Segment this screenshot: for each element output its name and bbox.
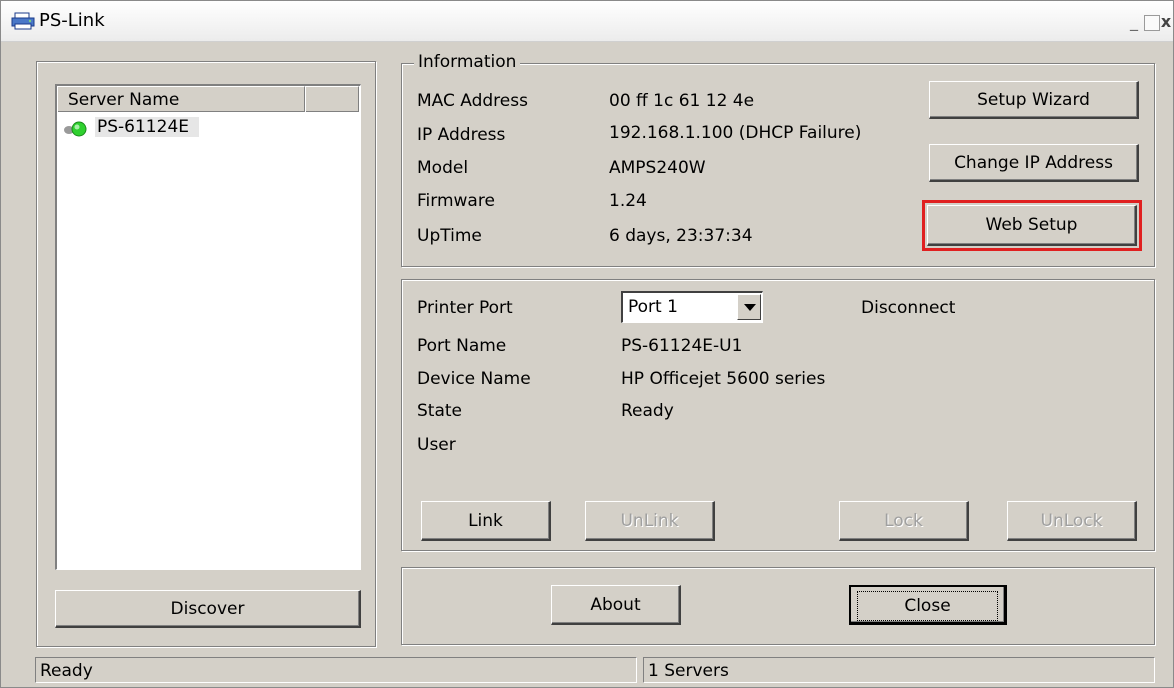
printer-network-icon: [11, 12, 35, 30]
uptime-value: 6 days, 23:37:34: [609, 226, 753, 246]
close-window-button[interactable]: x: [1159, 13, 1173, 31]
model-label: Model: [417, 158, 469, 178]
state-value: Ready: [621, 401, 674, 421]
title-bar[interactable]: PS-Link _ x: [1, 1, 1173, 42]
information-legend: Information: [414, 52, 521, 72]
firmware-label: Firmware: [417, 191, 495, 211]
device-name-value: HP Officejet 5600 series: [621, 369, 826, 389]
link-button[interactable]: Link: [421, 501, 551, 541]
printer-port-value: Port 1: [628, 297, 678, 317]
model-value: AMPS240W: [609, 158, 706, 178]
setup-wizard-button[interactable]: Setup Wizard: [929, 81, 1139, 119]
discover-button[interactable]: Discover: [55, 590, 361, 628]
server-count: 1 Servers: [643, 657, 1155, 683]
server-name: PS-61124E: [95, 117, 199, 137]
change-ip-address-button[interactable]: Change IP Address: [929, 144, 1139, 182]
server-listview[interactable]: Server Name PS-61124E: [55, 84, 361, 570]
web-setup-button[interactable]: Web Setup: [927, 205, 1137, 246]
ps-link-window: PS-Link _ x Server Name PS-61124E Discov…: [0, 0, 1174, 688]
lock-button[interactable]: Lock: [839, 501, 969, 541]
ip-address-label: IP Address: [417, 125, 506, 145]
green-status-led-icon: [64, 121, 87, 137]
device-name-label: Device Name: [417, 369, 531, 389]
minimize-button[interactable]: _: [1127, 13, 1141, 31]
footer-group: [401, 567, 1155, 645]
column-header-server-name[interactable]: Server Name: [57, 86, 305, 112]
printer-port-select[interactable]: Port 1: [621, 291, 763, 323]
list-header: Server Name: [57, 86, 359, 112]
status-text: Ready: [35, 657, 637, 683]
user-label: User: [417, 435, 456, 455]
port-name-label: Port Name: [417, 336, 507, 356]
firmware-value: 1.24: [609, 191, 647, 211]
port-name-value: PS-61124E-U1: [621, 336, 743, 356]
chevron-down-icon[interactable]: [737, 294, 761, 320]
column-header-blank[interactable]: [305, 86, 359, 112]
ip-address-value: 192.168.1.100 (DHCP Failure): [609, 123, 862, 143]
connection-status: Disconnect: [861, 298, 956, 318]
mac-address-label: MAC Address: [417, 91, 528, 111]
close-button[interactable]: Close: [849, 585, 1007, 625]
maximize-button[interactable]: [1144, 15, 1160, 31]
printer-port-label: Printer Port: [417, 298, 513, 318]
window-title: PS-Link: [39, 10, 105, 31]
about-button[interactable]: About: [551, 585, 681, 625]
uptime-label: UpTime: [417, 226, 482, 246]
server-list-panel: Server Name PS-61124E Discover: [36, 61, 376, 647]
state-label: State: [417, 401, 462, 421]
mac-address-value: 00 ff 1c 61 12 4e: [609, 91, 755, 111]
unlink-button[interactable]: UnLink: [585, 501, 715, 541]
close-button-label: Close: [857, 591, 998, 621]
unlock-button[interactable]: UnLock: [1007, 501, 1137, 541]
